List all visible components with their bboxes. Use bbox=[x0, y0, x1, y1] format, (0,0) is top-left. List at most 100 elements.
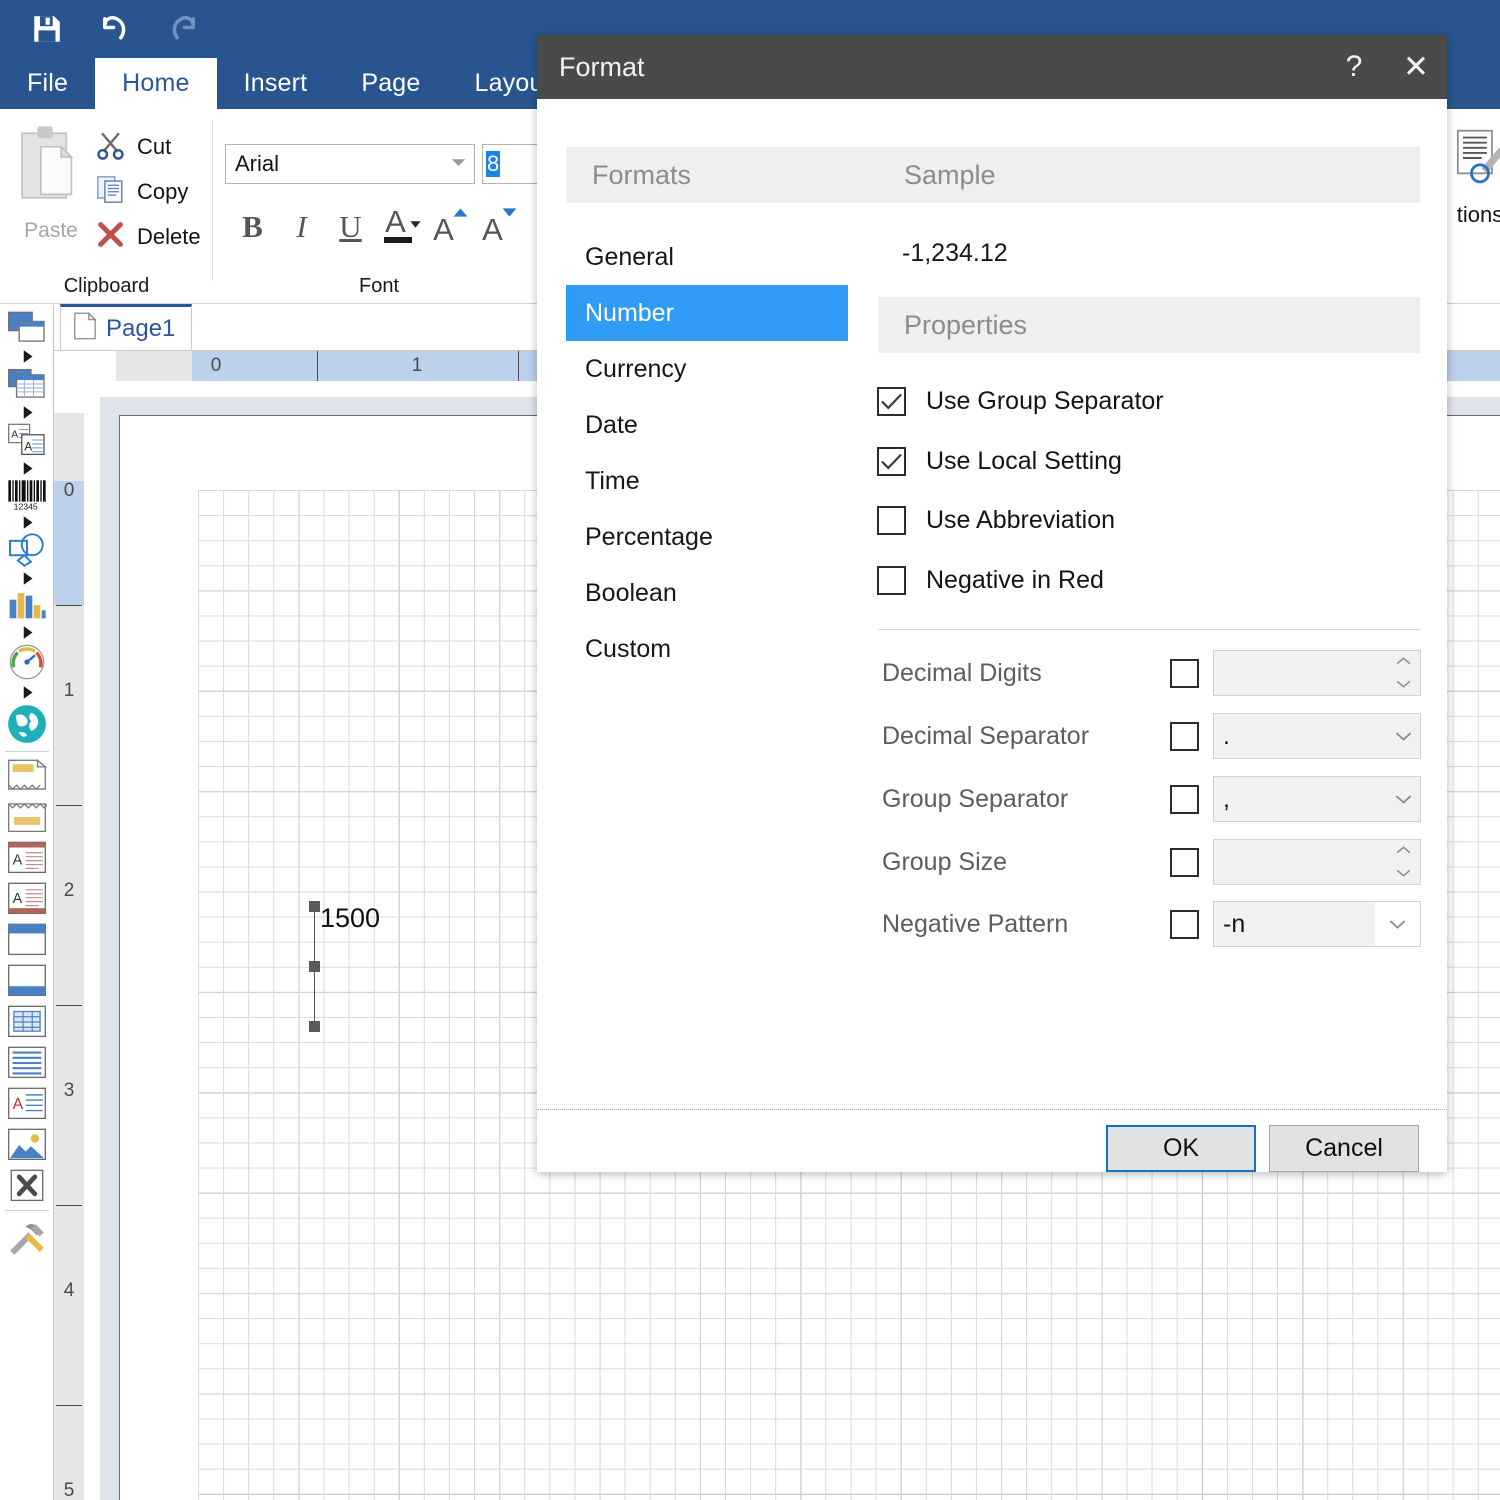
tool-vector-shapes-expand[interactable] bbox=[5, 567, 49, 589]
property-checkbox-group-separator[interactable] bbox=[1170, 784, 1199, 814]
tool-group-header[interactable] bbox=[5, 923, 49, 957]
italic-button[interactable]: I bbox=[277, 199, 326, 254]
svg-text:A: A bbox=[24, 440, 32, 453]
font-color-button[interactable]: A bbox=[375, 199, 424, 254]
page-tab-page1[interactable]: Page1 bbox=[60, 304, 193, 350]
tool-tables[interactable] bbox=[5, 367, 49, 401]
tool-chart[interactable] bbox=[5, 589, 49, 621]
property-dropdown-negative-pattern[interactable]: -n bbox=[1213, 901, 1421, 947]
underline-button[interactable]: U bbox=[326, 199, 375, 254]
undo-icon[interactable] bbox=[94, 8, 136, 50]
tool-rich-text[interactable]: A bbox=[5, 1087, 49, 1121]
dialog-title-bar[interactable]: Format ? ✕ bbox=[537, 35, 1447, 99]
tool-text-boxes-expand[interactable] bbox=[5, 457, 49, 479]
selection-handle[interactable] bbox=[309, 901, 320, 912]
checkbox-box[interactable] bbox=[877, 387, 906, 416]
tool-shapes-expand[interactable] bbox=[5, 345, 49, 367]
dialog-title: Format bbox=[559, 51, 645, 82]
delete-button[interactable]: Delete bbox=[95, 219, 201, 255]
tool-picture[interactable] bbox=[5, 1128, 49, 1162]
close-icon[interactable]: ✕ bbox=[1385, 35, 1447, 99]
ribbon-tab-file[interactable]: File bbox=[0, 58, 95, 109]
tool-page-header[interactable]: A bbox=[5, 841, 49, 875]
cut-button[interactable]: Cut bbox=[95, 129, 171, 165]
property-checkbox-group-size[interactable] bbox=[1170, 847, 1199, 877]
tool-barcode-expand[interactable] bbox=[5, 511, 49, 533]
selection-handle[interactable] bbox=[309, 1021, 320, 1032]
save-icon[interactable] bbox=[26, 8, 68, 50]
chevron-down-icon[interactable] bbox=[1386, 793, 1420, 805]
tool-tables-expand[interactable] bbox=[5, 401, 49, 423]
tool-chart-expand[interactable] bbox=[5, 621, 49, 643]
checkbox-box[interactable] bbox=[877, 566, 906, 595]
paste-button[interactable]: Paste bbox=[12, 123, 90, 273]
checkbox-label: Negative in Red bbox=[926, 566, 1104, 594]
tool-report-footer[interactable] bbox=[5, 800, 49, 834]
property-spinner-group-size[interactable] bbox=[1213, 839, 1421, 885]
spinner-arrows[interactable] bbox=[1386, 651, 1420, 695]
checkbox-negative-in-red[interactable]: Negative in Red bbox=[877, 566, 1104, 595]
spinner-arrows[interactable] bbox=[1386, 840, 1420, 884]
property-checkbox-negative-pattern[interactable] bbox=[1170, 909, 1199, 939]
tool-cross-section[interactable] bbox=[5, 1169, 49, 1203]
format-option-general[interactable]: General bbox=[566, 229, 848, 285]
help-icon[interactable]: ? bbox=[1323, 35, 1385, 99]
tool-settings[interactable] bbox=[5, 1218, 49, 1258]
copy-button[interactable]: Copy bbox=[95, 174, 188, 210]
selection-handle[interactable] bbox=[309, 961, 320, 972]
ribbon-tab-insert[interactable]: Insert bbox=[217, 58, 335, 109]
tool-map[interactable] bbox=[5, 703, 49, 745]
format-option-percentage[interactable]: Percentage bbox=[566, 509, 848, 565]
tool-gauge[interactable] bbox=[5, 643, 49, 681]
format-option-number[interactable]: Number bbox=[566, 285, 848, 341]
tool-gauge-expand[interactable] bbox=[5, 681, 49, 703]
tool-palette: AA 12345 A A A bbox=[0, 305, 54, 1500]
tool-detail-grid[interactable] bbox=[5, 1005, 49, 1039]
chevron-down-icon[interactable] bbox=[1375, 902, 1420, 946]
font-color-swatch bbox=[384, 237, 412, 243]
tool-group-footer[interactable] bbox=[5, 964, 49, 998]
chevron-down-icon[interactable] bbox=[1386, 730, 1420, 742]
caret-down-icon bbox=[1395, 865, 1412, 883]
tool-barcode[interactable]: 12345 bbox=[5, 479, 49, 511]
tool-vector-shapes[interactable] bbox=[5, 533, 49, 567]
format-option-currency[interactable]: Currency bbox=[566, 341, 848, 397]
format-option-time[interactable]: Time bbox=[566, 453, 848, 509]
property-checkbox-decimal-separator[interactable] bbox=[1170, 721, 1199, 751]
format-option-date[interactable]: Date bbox=[566, 397, 848, 453]
property-row-group-separator: Group Separator, bbox=[537, 776, 1447, 822]
bold-button[interactable]: B bbox=[228, 199, 277, 254]
shape-text-value[interactable]: 1500 bbox=[320, 903, 380, 934]
checkbox-use-abbreviation[interactable]: Use Abbreviation bbox=[877, 506, 1115, 535]
checkbox-box[interactable] bbox=[877, 447, 906, 476]
checkbox-use-group-separator[interactable]: Use Group Separator bbox=[877, 387, 1164, 416]
property-checkbox-decimal-digits[interactable] bbox=[1170, 658, 1199, 688]
tool-text-boxes[interactable]: AA bbox=[5, 423, 49, 457]
cancel-button[interactable]: Cancel bbox=[1269, 1125, 1419, 1172]
format-options-list: General Number Currency Date Time Percentage B… bbox=[566, 229, 848, 677]
ribbon-tab-home[interactable]: Home bbox=[95, 58, 217, 109]
property-spinner-decimal-digits[interactable] bbox=[1213, 650, 1421, 696]
ribbon-tab-page[interactable]: Page bbox=[334, 58, 447, 109]
vertical-ruler[interactable]: 0 1 2 3 4 5 bbox=[54, 413, 84, 1500]
caret-up-icon bbox=[1395, 653, 1412, 671]
property-dropdown-group-separator[interactable]: , bbox=[1213, 776, 1421, 822]
v-ruler-label-5: 5 bbox=[63, 1480, 75, 1500]
property-label-negative-pattern: Negative Pattern bbox=[882, 909, 1069, 938]
redo-icon[interactable] bbox=[162, 8, 204, 50]
font-name-combobox[interactable]: Arial bbox=[225, 144, 475, 184]
shrink-font-button[interactable]: A bbox=[473, 199, 522, 254]
property-dropdown-decimal-separator[interactable]: . bbox=[1213, 713, 1421, 759]
tool-detail-band[interactable] bbox=[5, 1046, 49, 1080]
checkbox-box[interactable] bbox=[877, 506, 906, 535]
ok-button[interactable]: OK bbox=[1106, 1125, 1256, 1172]
format-option-boolean[interactable]: Boolean bbox=[566, 565, 848, 621]
tool-page-footer[interactable]: A bbox=[5, 882, 49, 916]
tool-shapes[interactable] bbox=[5, 311, 49, 345]
v-ruler-label-1: 1 bbox=[63, 680, 75, 701]
property-value-box[interactable]: -n bbox=[1214, 902, 1377, 946]
checkbox-use-local-setting[interactable]: Use Local Setting bbox=[877, 447, 1122, 476]
formats-section-header: Formats bbox=[566, 147, 881, 203]
tool-report-header[interactable] bbox=[5, 759, 49, 793]
grow-font-button[interactable]: A bbox=[424, 199, 473, 254]
